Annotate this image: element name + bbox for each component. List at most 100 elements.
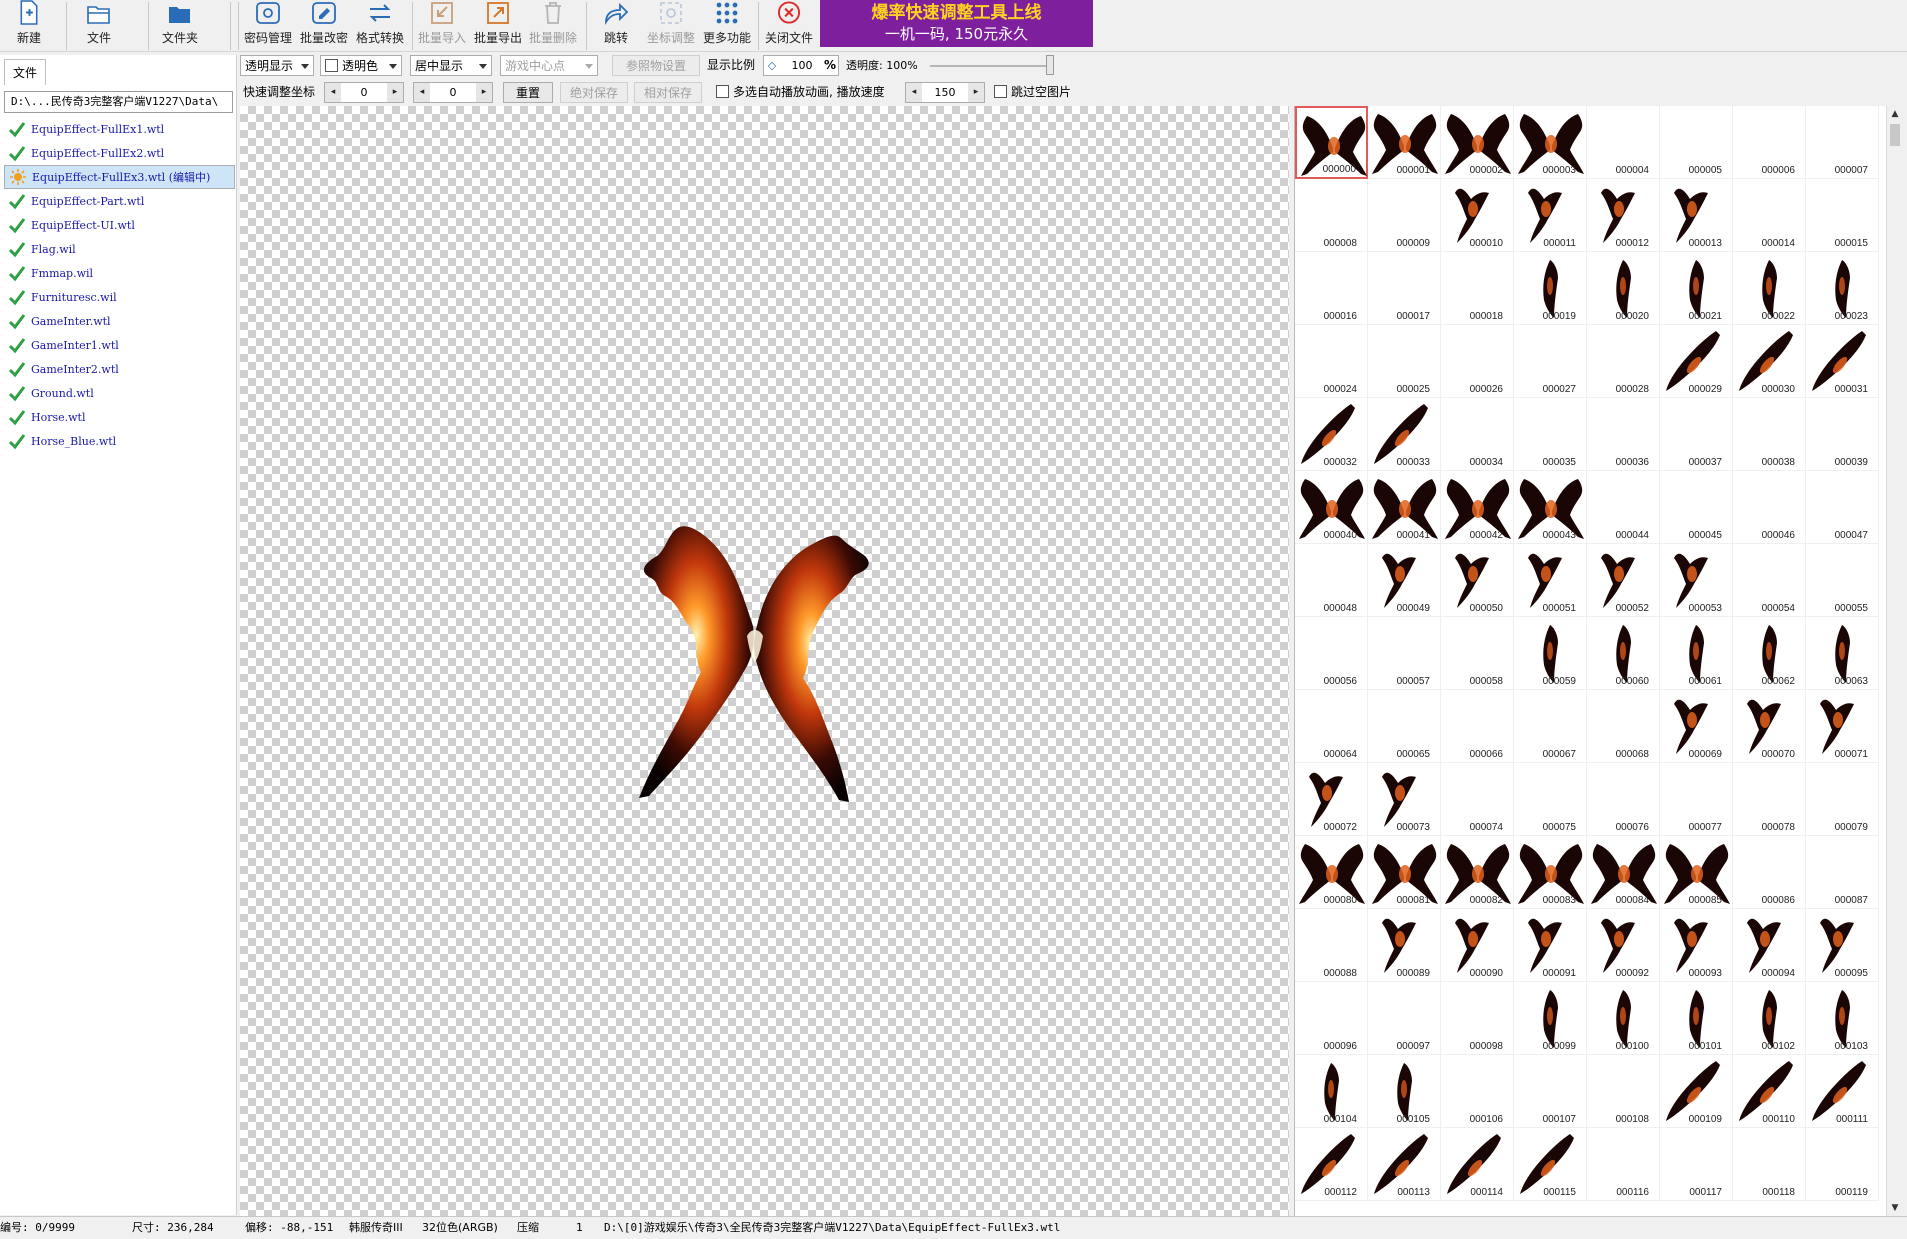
frame-thumbnail[interactable]: 000025 xyxy=(1368,325,1441,398)
frame-thumbnail[interactable]: 000002 xyxy=(1441,106,1514,179)
frame-thumbnail[interactable]: 000065 xyxy=(1368,690,1441,763)
frame-thumbnail[interactable]: 000008 xyxy=(1295,179,1368,252)
frame-thumbnail[interactable]: 000113 xyxy=(1368,1128,1441,1201)
frame-thumbnail[interactable]: 000067 xyxy=(1514,690,1587,763)
frame-thumbnail[interactable]: 000079 xyxy=(1806,763,1879,836)
frame-thumbnail[interactable]: 000064 xyxy=(1295,690,1368,763)
frame-thumbnail[interactable]: 000090 xyxy=(1441,909,1514,982)
x-coord-stepper[interactable]: ◂ 0 ▸ xyxy=(324,82,404,103)
frame-thumbnail[interactable]: 000027 xyxy=(1514,325,1587,398)
frame-thumbnail[interactable]: 000076 xyxy=(1587,763,1660,836)
frame-thumbnail[interactable]: 000085 xyxy=(1660,836,1733,909)
frame-thumbnail[interactable]: 000022 xyxy=(1733,252,1806,325)
frame-thumbnail[interactable]: 000109 xyxy=(1660,1055,1733,1128)
frame-thumbnail[interactable]: 000087 xyxy=(1806,836,1879,909)
frame-thumbnail[interactable]: 000098 xyxy=(1441,982,1514,1055)
decrement-icon[interactable]: ◂ xyxy=(325,83,341,102)
batch-export-button[interactable]: 批量导出 xyxy=(470,0,526,52)
frame-thumbnail[interactable]: 000100 xyxy=(1587,982,1660,1055)
frame-thumbnail[interactable]: 000092 xyxy=(1587,909,1660,982)
frame-thumbnail[interactable]: 000020 xyxy=(1587,252,1660,325)
frame-thumbnail[interactable]: 000114 xyxy=(1441,1128,1514,1201)
frame-thumbnail[interactable]: 000105 xyxy=(1368,1055,1441,1128)
transparent-display-select[interactable]: 透明显示 xyxy=(240,55,314,76)
frame-thumbnail[interactable]: 000040 xyxy=(1295,471,1368,544)
batch-import-button[interactable]: 批量导入 xyxy=(414,0,470,52)
frame-thumbnail[interactable]: 000081 xyxy=(1368,836,1441,909)
close-file-button[interactable]: 关闭文件 xyxy=(761,0,817,52)
path-field[interactable]: D:\...民传奇3完整客户端V1227\Data\ xyxy=(4,91,233,113)
game-center-select[interactable]: 游戏中心点 xyxy=(500,55,598,76)
frame-thumbnail[interactable]: 000096 xyxy=(1295,982,1368,1055)
file-list-item[interactable]: EquipEffect-UI.wtl xyxy=(4,213,235,237)
reset-button[interactable]: 重置 xyxy=(503,82,553,103)
frame-thumbnail[interactable]: 000082 xyxy=(1441,836,1514,909)
frame-thumbnail[interactable]: 000086 xyxy=(1733,836,1806,909)
frame-thumbnail[interactable]: 000095 xyxy=(1806,909,1879,982)
speed-stepper[interactable]: ◂ 150 ▸ xyxy=(905,82,985,103)
frame-thumbnail[interactable]: 000036 xyxy=(1587,398,1660,471)
file-list-item[interactable]: Horse.wtl xyxy=(4,405,235,429)
file-list-item[interactable]: EquipEffect-FullEx1.wtl xyxy=(4,117,235,141)
frame-thumbnail[interactable]: 000035 xyxy=(1514,398,1587,471)
frame-thumbnail[interactable]: 000062 xyxy=(1733,617,1806,690)
frame-thumbnail[interactable]: 000031 xyxy=(1806,325,1879,398)
frame-thumbnail[interactable]: 000028 xyxy=(1587,325,1660,398)
jump-button[interactable]: 跳转 xyxy=(591,0,641,52)
frame-thumbnail[interactable]: 000012 xyxy=(1587,179,1660,252)
frame-thumbnail[interactable]: 000089 xyxy=(1368,909,1441,982)
frame-thumbnail[interactable]: 000049 xyxy=(1368,544,1441,617)
frame-thumbnail[interactable]: 000045 xyxy=(1660,471,1733,544)
frame-thumbnail[interactable]: 000039 xyxy=(1806,398,1879,471)
file-list-item[interactable]: EquipEffect-FullEx2.wtl xyxy=(4,141,235,165)
frame-thumbnail[interactable]: 000119 xyxy=(1806,1128,1879,1201)
coord-adjust-button[interactable]: 坐标调整 xyxy=(643,0,699,52)
frame-thumbnail[interactable]: 000066 xyxy=(1441,690,1514,763)
frame-thumbnail[interactable]: 000048 xyxy=(1295,544,1368,617)
frame-thumbnail[interactable]: 000052 xyxy=(1587,544,1660,617)
scroll-up-icon[interactable]: ▲ xyxy=(1887,106,1903,122)
skip-empty-option[interactable]: 跳过空图片 xyxy=(994,82,1071,103)
frame-thumbnail[interactable]: 000034 xyxy=(1441,398,1514,471)
frame-thumbnail[interactable]: 000043 xyxy=(1514,471,1587,544)
open-file-button[interactable]: 文件 xyxy=(72,0,126,52)
file-list-item[interactable]: GameInter2.wtl xyxy=(4,357,235,381)
frame-thumbnail[interactable]: 000019 xyxy=(1514,252,1587,325)
frame-thumbnail[interactable]: 000007 xyxy=(1806,106,1879,179)
frame-thumbnail[interactable]: 000014 xyxy=(1733,179,1806,252)
decrement-icon[interactable]: ◂ xyxy=(414,83,430,102)
frame-thumbnail[interactable]: 000063 xyxy=(1806,617,1879,690)
more-functions-button[interactable]: 更多功能 xyxy=(699,0,755,52)
frame-thumbnail[interactable]: 000001 xyxy=(1368,106,1441,179)
frame-thumbnail[interactable]: 000091 xyxy=(1514,909,1587,982)
frame-thumbnail[interactable]: 000000 xyxy=(1295,106,1368,179)
frame-thumbnail[interactable]: 000103 xyxy=(1806,982,1879,1055)
frame-thumbnail[interactable]: 000068 xyxy=(1587,690,1660,763)
frame-thumbnail[interactable]: 000073 xyxy=(1368,763,1441,836)
frame-thumbnail[interactable]: 000013 xyxy=(1660,179,1733,252)
y-coord-stepper[interactable]: ◂ 0 ▸ xyxy=(413,82,493,103)
frame-thumbnail[interactable]: 000032 xyxy=(1295,398,1368,471)
frame-thumbnail[interactable]: 000037 xyxy=(1660,398,1733,471)
promo-banner[interactable]: 爆率快速调整工具上线 一机一码, 150元永久 xyxy=(820,0,1093,47)
frame-thumbnail[interactable]: 000038 xyxy=(1733,398,1806,471)
frame-thumbnail[interactable]: 000102 xyxy=(1733,982,1806,1055)
frame-thumbnail[interactable]: 000033 xyxy=(1368,398,1441,471)
frame-thumbnail[interactable]: 000071 xyxy=(1806,690,1879,763)
batch-delete-button[interactable]: 批量删除 xyxy=(525,0,581,52)
increment-icon[interactable]: ▸ xyxy=(476,83,492,102)
frame-thumbnail[interactable]: 000009 xyxy=(1368,179,1441,252)
format-convert-button[interactable]: 格式转换 xyxy=(352,0,408,52)
frame-thumbnail[interactable]: 000112 xyxy=(1295,1128,1368,1201)
frame-thumbnail[interactable]: 000078 xyxy=(1733,763,1806,836)
scale-input[interactable]: ◇ 100 % xyxy=(763,55,839,76)
file-list-item[interactable]: Horse_Blue.wtl xyxy=(4,429,235,453)
frame-thumbnail[interactable]: 000030 xyxy=(1733,325,1806,398)
frame-thumbnail[interactable]: 000044 xyxy=(1587,471,1660,544)
preview-canvas[interactable] xyxy=(240,106,1289,1216)
frame-thumbnail[interactable]: 000075 xyxy=(1514,763,1587,836)
auto-play-checkbox[interactable] xyxy=(716,85,729,98)
frame-thumbnail[interactable]: 000010 xyxy=(1441,179,1514,252)
file-list-item[interactable]: GameInter1.wtl xyxy=(4,333,235,357)
frame-thumbnail[interactable]: 000083 xyxy=(1514,836,1587,909)
